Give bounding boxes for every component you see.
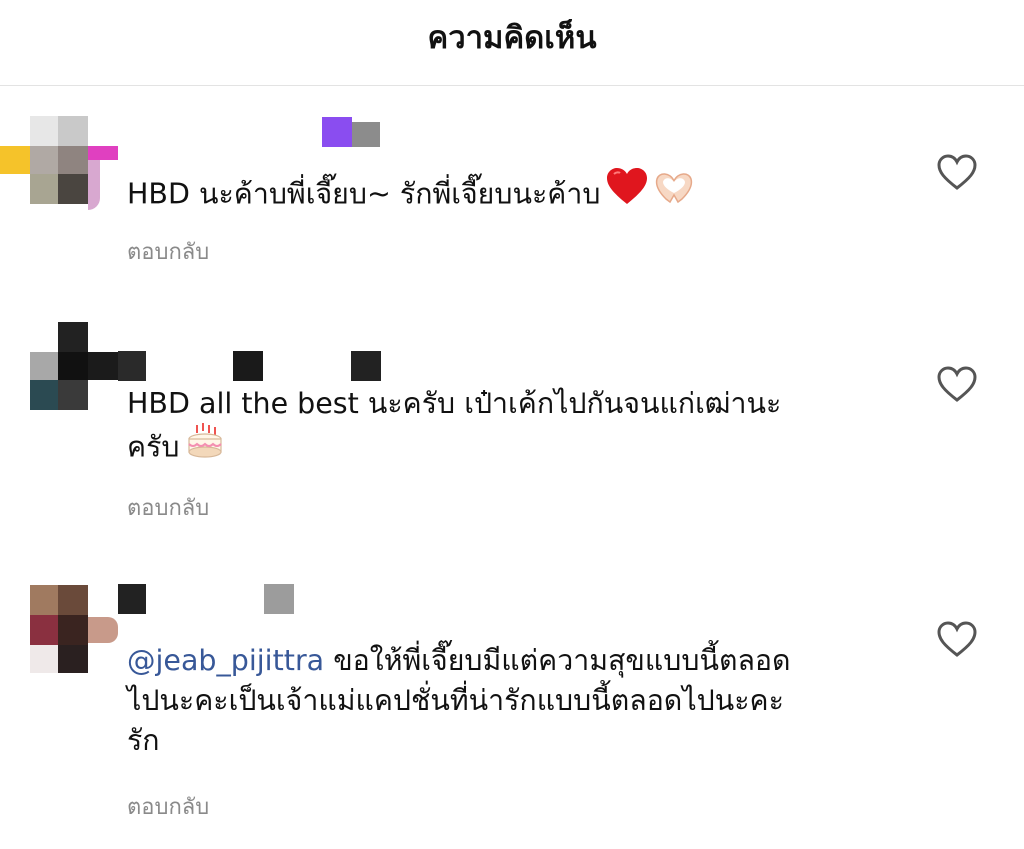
username-redacted[interactable]	[118, 351, 383, 381]
comments-header: ความคิดเห็น	[0, 0, 1024, 86]
heart-outline-icon[interactable]	[936, 366, 978, 404]
username-redacted[interactable]	[322, 117, 380, 147]
avatar[interactable]	[0, 585, 118, 681]
red-heart-icon	[606, 168, 648, 217]
heart-hands-icon	[654, 169, 694, 216]
birthday-cake-icon	[185, 421, 225, 470]
mention-link[interactable]: @jeab_pijittra	[127, 644, 324, 677]
heart-outline-icon[interactable]	[936, 154, 978, 192]
reply-button[interactable]: ตอบกลับ	[127, 789, 209, 824]
comment-text: @jeab_pijittra ขอให้พี่เจี๊ยบมีแต่ความสุ…	[127, 644, 791, 757]
avatar[interactable]	[0, 116, 118, 212]
reply-button[interactable]: ตอบกลับ	[127, 234, 209, 269]
reply-button[interactable]: ตอบกลับ	[127, 490, 209, 525]
page-title: ความคิดเห็น	[427, 19, 597, 56]
comment-text: HBD นะค้าบพี่เจี๊ยบ~ รักพี่เจี๊ยบนะค้าบ	[127, 168, 887, 220]
avatar[interactable]	[0, 322, 118, 418]
heart-outline-icon[interactable]	[936, 621, 978, 659]
comment-text: HBD all the best นะครับ เป๋าเค้กไปกันจนแ…	[127, 384, 887, 473]
username-redacted[interactable]	[118, 584, 294, 614]
